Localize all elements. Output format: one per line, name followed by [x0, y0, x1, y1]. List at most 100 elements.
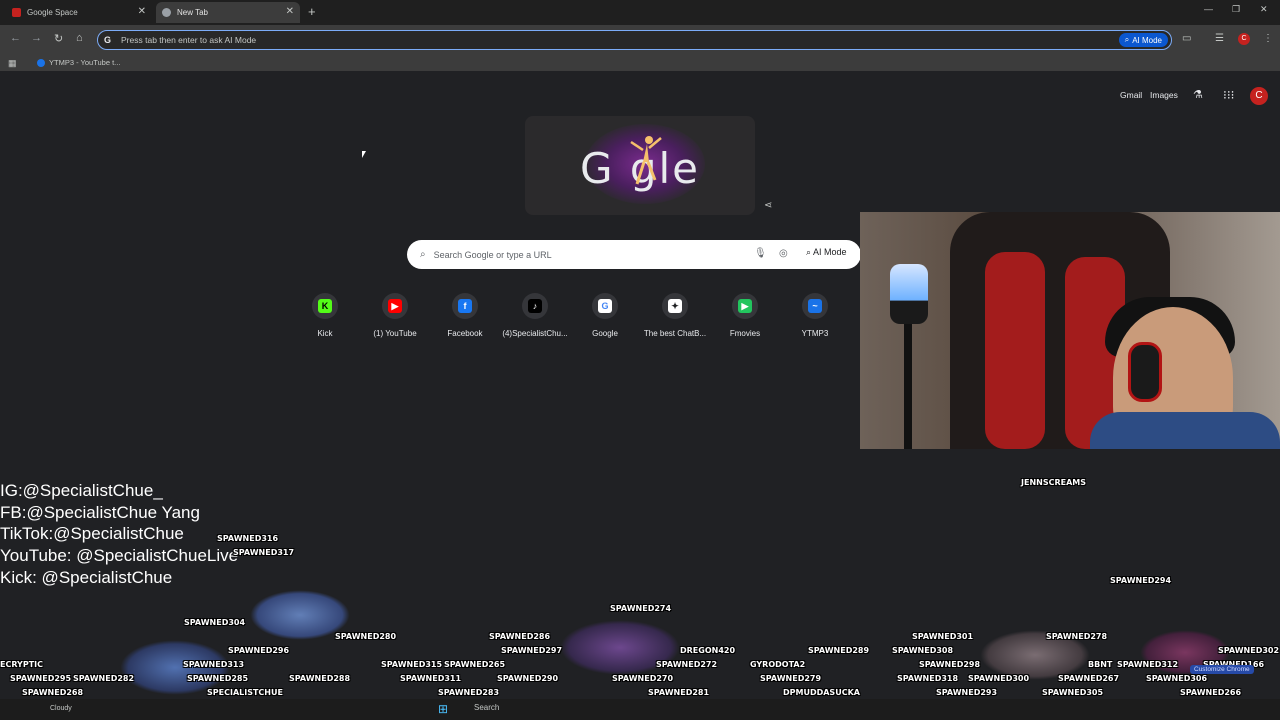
- shortcut-label: Fmovies: [729, 329, 761, 338]
- tab-title: New Tab: [177, 8, 208, 17]
- images-link[interactable]: Images: [1150, 90, 1178, 100]
- shortcut-favicon-icon: K: [318, 299, 332, 313]
- shortcut-label: Kick: [317, 329, 333, 338]
- windows-start-icon[interactable]: ⊞: [438, 702, 448, 716]
- close-tab-icon[interactable]: ✕: [138, 6, 146, 17]
- reload-icon[interactable]: ↻: [54, 32, 63, 45]
- shortcut-favicon-icon: ~: [808, 299, 822, 313]
- spawn-label: SPAWNED268: [22, 688, 84, 697]
- search-box[interactable]: ⌕ Search Google or type a URL 🎙 ◎ ⌕ AI M…: [407, 240, 861, 269]
- shortcut-label: Google: [592, 329, 618, 338]
- back-icon[interactable]: ←: [10, 32, 21, 44]
- spawn-label: SPAWNED282: [73, 674, 135, 683]
- social-kick: Kick: @SpecialistChue: [0, 567, 173, 587]
- taskbar: [0, 699, 1280, 720]
- apps-grid-icon[interactable]: ▦: [8, 58, 17, 69]
- shortcut-tile[interactable]: ♪ (4)SpecialistChu...: [502, 293, 568, 338]
- extensions-icon[interactable]: ☰: [1215, 33, 1224, 44]
- spawn-label: SPAWNED301: [912, 632, 974, 641]
- address-placeholder: Press tab then enter to ask AI Mode: [121, 35, 257, 45]
- spawn-label: DREGON420: [680, 646, 736, 655]
- shortcut-label: The best ChatB...: [643, 329, 707, 338]
- spawn-label: SPAWNED318: [897, 674, 959, 683]
- shortcut-icon-circle: ✦: [662, 293, 688, 319]
- home-icon[interactable]: ⌂: [76, 32, 83, 44]
- social-facebook: FB:@SpecialistChue Yang: [0, 502, 200, 522]
- shortcut-tile[interactable]: f Facebook: [432, 293, 498, 338]
- google-doodle[interactable]: G gle: [525, 116, 755, 215]
- spawn-label: SPAWNED286: [489, 632, 551, 641]
- spawn-label: SPAWNED295: [10, 674, 72, 683]
- minimize-icon[interactable]: —: [1204, 4, 1213, 14]
- headphones-icon: [1128, 342, 1162, 402]
- spawn-label: SPAWNED302: [1218, 646, 1280, 655]
- spawn-label: JENNSCREAMS: [1021, 478, 1087, 487]
- shortcut-tile[interactable]: G Google: [572, 293, 638, 338]
- figure-skater-icon: [630, 136, 662, 185]
- spawn-label: SPAWNED270: [612, 674, 674, 683]
- tab-new-tab[interactable]: New Tab ✕: [156, 2, 300, 23]
- close-tab-icon[interactable]: ✕: [286, 6, 294, 17]
- tab-title: Google Space: [27, 8, 78, 17]
- reading-mode-icon[interactable]: ▭: [1182, 33, 1191, 44]
- spawn-label: SPAWNED288: [289, 674, 351, 683]
- spawn-label: SPAWNED313: [183, 660, 245, 669]
- shortcut-favicon-icon: ▶: [738, 299, 752, 313]
- spawn-label: SPAWNED274: [610, 604, 672, 613]
- shortcut-favicon-icon: ✦: [668, 299, 682, 313]
- taskbar-search[interactable]: Search: [474, 703, 499, 712]
- spawn-label: BBNT: [1088, 660, 1113, 669]
- spawn-label: SPAWNED289: [808, 646, 870, 655]
- spawn-label: SPAWNED308: [892, 646, 954, 655]
- tab-google-space[interactable]: Google Space ✕: [6, 2, 152, 23]
- close-window-icon[interactable]: ✕: [1260, 4, 1268, 15]
- spawn-label: SPAWNED305: [1042, 688, 1104, 697]
- restore-icon[interactable]: ❐: [1232, 4, 1240, 15]
- forward-icon[interactable]: →: [31, 32, 42, 44]
- bookmark-label: YTMP3 - YouTube t...: [49, 58, 121, 67]
- spawn-label: SPAWNED315: [381, 660, 443, 669]
- ai-mode-label: AI Mode: [1132, 35, 1162, 45]
- account-avatar[interactable]: C: [1250, 87, 1268, 105]
- microphone-light: [890, 264, 928, 324]
- shortcut-tile[interactable]: ✦ The best ChatB...: [642, 293, 708, 338]
- labs-flask-icon[interactable]: ⚗: [1193, 88, 1203, 101]
- shortcut-label: (1) YouTube: [373, 329, 417, 338]
- spawn-label: SPAWNED304: [184, 618, 246, 627]
- tab-favicon-icon: [12, 8, 21, 17]
- lens-camera-icon[interactable]: ◎: [779, 248, 788, 259]
- spawn-label: SPAWNED267: [1058, 674, 1120, 683]
- social-instagram: IG:@SpecialistChue_: [0, 481, 163, 500]
- ai-mode-button[interactable]: ⌕ AI Mode: [1118, 33, 1168, 47]
- menu-kebab-icon[interactable]: ⋮: [1263, 33, 1273, 44]
- address-bar[interactable]: G Press tab then enter to ask AI Mode ⌕ A…: [97, 30, 1172, 50]
- google-g-icon: G: [104, 35, 112, 45]
- shortcut-icon-circle: G: [592, 293, 618, 319]
- spawn-label: SPAWNED300: [968, 674, 1030, 683]
- google-apps-icon[interactable]: ⁝⁝⁝: [1223, 88, 1234, 102]
- shortcut-tile[interactable]: ▶ (1) YouTube: [362, 293, 428, 338]
- share-icon[interactable]: ⋖: [764, 200, 772, 211]
- microphone-icon[interactable]: 🎙: [754, 248, 767, 259]
- ai-mode-button[interactable]: ⌕ AI Mode: [806, 247, 847, 258]
- streamer-shirt: [1090, 412, 1280, 449]
- bookmarks-bar: [0, 54, 1280, 71]
- plus-icon[interactable]: +: [308, 4, 316, 19]
- gmail-link[interactable]: Gmail: [1120, 90, 1142, 100]
- customize-chrome-tooltip[interactable]: Customize Chrome: [1190, 665, 1254, 674]
- weather-label[interactable]: Cloudy: [50, 705, 72, 712]
- shortcut-favicon-icon: G: [598, 299, 612, 313]
- shortcut-tile[interactable]: ~ YTMP3: [782, 293, 848, 338]
- shortcut-icon-circle: K: [312, 293, 338, 319]
- spawn-label: SPAWNED279: [760, 674, 822, 683]
- spawn-label: SPAWNED280: [335, 632, 397, 641]
- spawn-label: ECRYPTIC: [0, 660, 44, 669]
- spawn-label: SPAWNED265: [444, 660, 506, 669]
- spawn-label: SPAWNED294: [1110, 576, 1172, 585]
- shortcut-icon-circle: ▶: [732, 293, 758, 319]
- profile-avatar[interactable]: C: [1238, 33, 1250, 45]
- bookmark-ytmp3[interactable]: YTMP3 - YouTube t...: [37, 58, 120, 67]
- shortcut-tile[interactable]: ▶ Fmovies: [712, 293, 778, 338]
- spawn-label: SPAWNED281: [648, 688, 710, 697]
- shortcut-tile[interactable]: K Kick: [292, 293, 358, 338]
